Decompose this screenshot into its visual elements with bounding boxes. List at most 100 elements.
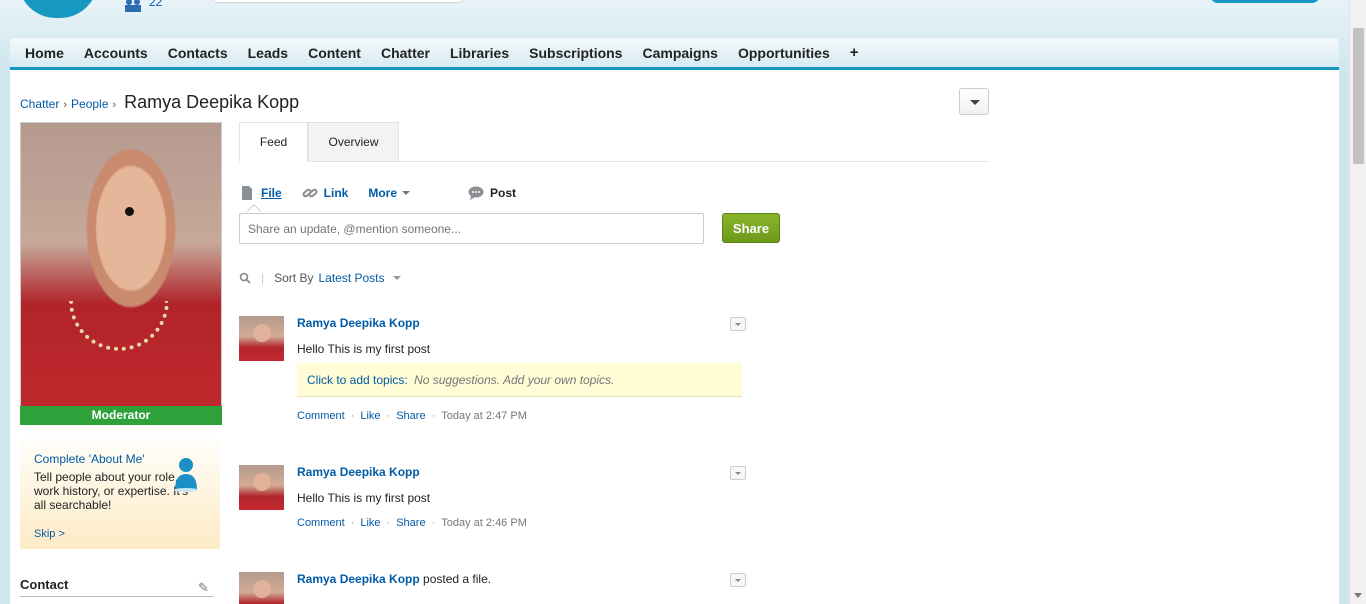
about-me-prompt: Complete 'About Me' Tell people about yo… (20, 438, 220, 549)
document-icon (242, 186, 252, 200)
edit-pencil-icon[interactable]: ✎ (198, 580, 209, 596)
topics-hint: No suggestions. Add your own topics. (414, 373, 615, 387)
scroll-down-icon[interactable] (1354, 593, 1362, 598)
publisher-link-label[interactable]: Link (324, 186, 349, 200)
feed-item: Ramya Deepika Kopp Hello This is my firs… (239, 465, 759, 535)
add-topics-link[interactable]: Click to add topics: (307, 373, 408, 387)
post-menu-dropdown[interactable] (730, 317, 746, 331)
post-author-link[interactable]: Ramya Deepika Kopp (297, 316, 420, 330)
share-link[interactable]: Share (396, 410, 425, 422)
tab-content[interactable]: Content (298, 45, 371, 61)
feed-item: Ramya Deepika Kopp Hello This is my firs… (239, 316, 759, 431)
photo-detail (69, 301, 169, 351)
separator: · (431, 517, 436, 529)
separator: · (350, 517, 355, 529)
tab-feed[interactable]: Feed (239, 122, 308, 162)
like-link[interactable]: Like (360, 410, 380, 422)
breadcrumb-separator: › (112, 99, 117, 111)
divider: | (261, 271, 265, 285)
topics-bar: Click to add topics: No suggestions. Add… (297, 363, 742, 397)
post-author-link[interactable]: Ramya Deepika Kopp (297, 465, 420, 479)
separator: · (386, 410, 391, 422)
post-actions: Comment · Like · Share · Today at 2:46 PM (297, 517, 527, 529)
avatar[interactable] (239, 465, 284, 510)
page-scrollbar[interactable] (1349, 0, 1366, 604)
tab-home[interactable]: Home (15, 45, 74, 61)
like-link[interactable]: Like (360, 517, 380, 529)
add-tab-button[interactable]: + (840, 44, 869, 61)
publisher-post[interactable]: Post (468, 186, 988, 200)
publisher-file-label[interactable]: File (261, 186, 282, 200)
tab-libraries[interactable]: Libraries (440, 45, 519, 61)
users-icon[interactable] (122, 0, 144, 12)
profile-photo[interactable] (20, 122, 222, 425)
publisher-actions: Post File Link More (239, 186, 516, 200)
share-link[interactable]: Share (396, 517, 425, 529)
complete-about-me-link[interactable]: Complete 'About Me' (34, 452, 145, 466)
tab-opportunities[interactable]: Opportunities (728, 45, 840, 61)
profile-menu-button[interactable] (959, 88, 989, 115)
post-activity-text: posted a file. (419, 572, 492, 586)
tab-overview[interactable]: Overview (308, 122, 399, 162)
chevron-down-icon (970, 100, 980, 105)
post-timestamp[interactable]: Today at 2:46 PM (441, 517, 527, 529)
separator: · (350, 410, 355, 422)
photo-detail (125, 207, 134, 216)
publisher-more-label[interactable]: More (368, 186, 397, 200)
feed-item: Ramya Deepika Kopp posted a file. (239, 572, 759, 604)
share-button[interactable]: Share (722, 213, 780, 243)
post-timestamp[interactable]: Today at 2:47 PM (441, 410, 527, 422)
chevron-down-icon[interactable] (392, 276, 401, 280)
speech-bubble-icon (468, 186, 484, 200)
about-me-description: Tell people about your role, work histor… (34, 470, 189, 512)
page-title: Ramya Deepika Kopp (124, 92, 300, 112)
sort-select[interactable]: Latest Posts (318, 271, 384, 285)
post-menu-dropdown[interactable] (730, 573, 746, 587)
tab-subscriptions[interactable]: Subscriptions (519, 45, 632, 61)
post-body: Hello This is my first post (297, 491, 431, 505)
main-content: Chatter › People › Ramya Deepika Kopp Mo… (10, 70, 1339, 604)
tab-leads[interactable]: Leads (238, 45, 298, 61)
feed-tabs: Feed Overview (239, 122, 989, 162)
publisher-more[interactable]: More (368, 186, 411, 200)
breadcrumb-separator: › (63, 99, 68, 111)
avatar[interactable] (239, 572, 284, 604)
feed-sort-bar: | Sort By Latest Posts (239, 271, 401, 285)
publisher-post-label: Post (490, 186, 517, 200)
publisher-link[interactable]: Link (302, 186, 349, 200)
sort-label: Sort By (274, 271, 314, 285)
top-header: 22 (0, 0, 1350, 38)
contact-section-header: Contact (20, 577, 214, 597)
breadcrumb: Chatter › People › Ramya Deepika Kopp (20, 92, 299, 113)
breadcrumb-chatter-link[interactable]: Chatter (20, 97, 59, 111)
post-menu-dropdown[interactable] (730, 466, 746, 480)
post-body: Hello This is my first post (297, 342, 431, 356)
post-author-link[interactable]: Ramya Deepika Kopp (297, 572, 420, 586)
comment-link[interactable]: Comment (297, 410, 345, 422)
tab-campaigns[interactable]: Campaigns (632, 45, 727, 61)
user-count[interactable]: 22 (149, 0, 162, 9)
tab-accounts[interactable]: Accounts (74, 45, 158, 61)
person-icon (174, 458, 198, 492)
post-author-line: Ramya Deepika Kopp posted a file. (297, 572, 491, 586)
avatar[interactable] (239, 316, 284, 361)
publisher-file[interactable]: File (239, 186, 282, 200)
search-icon[interactable] (239, 272, 251, 284)
scrollbar-thumb[interactable] (1353, 28, 1364, 164)
separator: · (386, 517, 391, 529)
moderator-badge: Moderator (20, 406, 222, 425)
header-action-button[interactable] (1210, 0, 1320, 3)
global-search-input[interactable] (210, 0, 466, 3)
link-icon (302, 188, 318, 198)
tab-navigation: Home Accounts Contacts Leads Content Cha… (10, 38, 1339, 70)
tab-contacts[interactable]: Contacts (158, 45, 238, 61)
chevron-down-icon (402, 191, 411, 195)
skip-link[interactable]: Skip > (34, 528, 65, 540)
separator: · (431, 410, 436, 422)
share-update-input[interactable] (239, 213, 704, 244)
tab-chatter[interactable]: Chatter (371, 45, 440, 61)
salesforce-logo[interactable] (18, 0, 98, 18)
breadcrumb-people-link[interactable]: People (71, 97, 108, 111)
post-actions: Comment · Like · Share · Today at 2:47 PM (297, 410, 527, 422)
comment-link[interactable]: Comment (297, 517, 345, 529)
